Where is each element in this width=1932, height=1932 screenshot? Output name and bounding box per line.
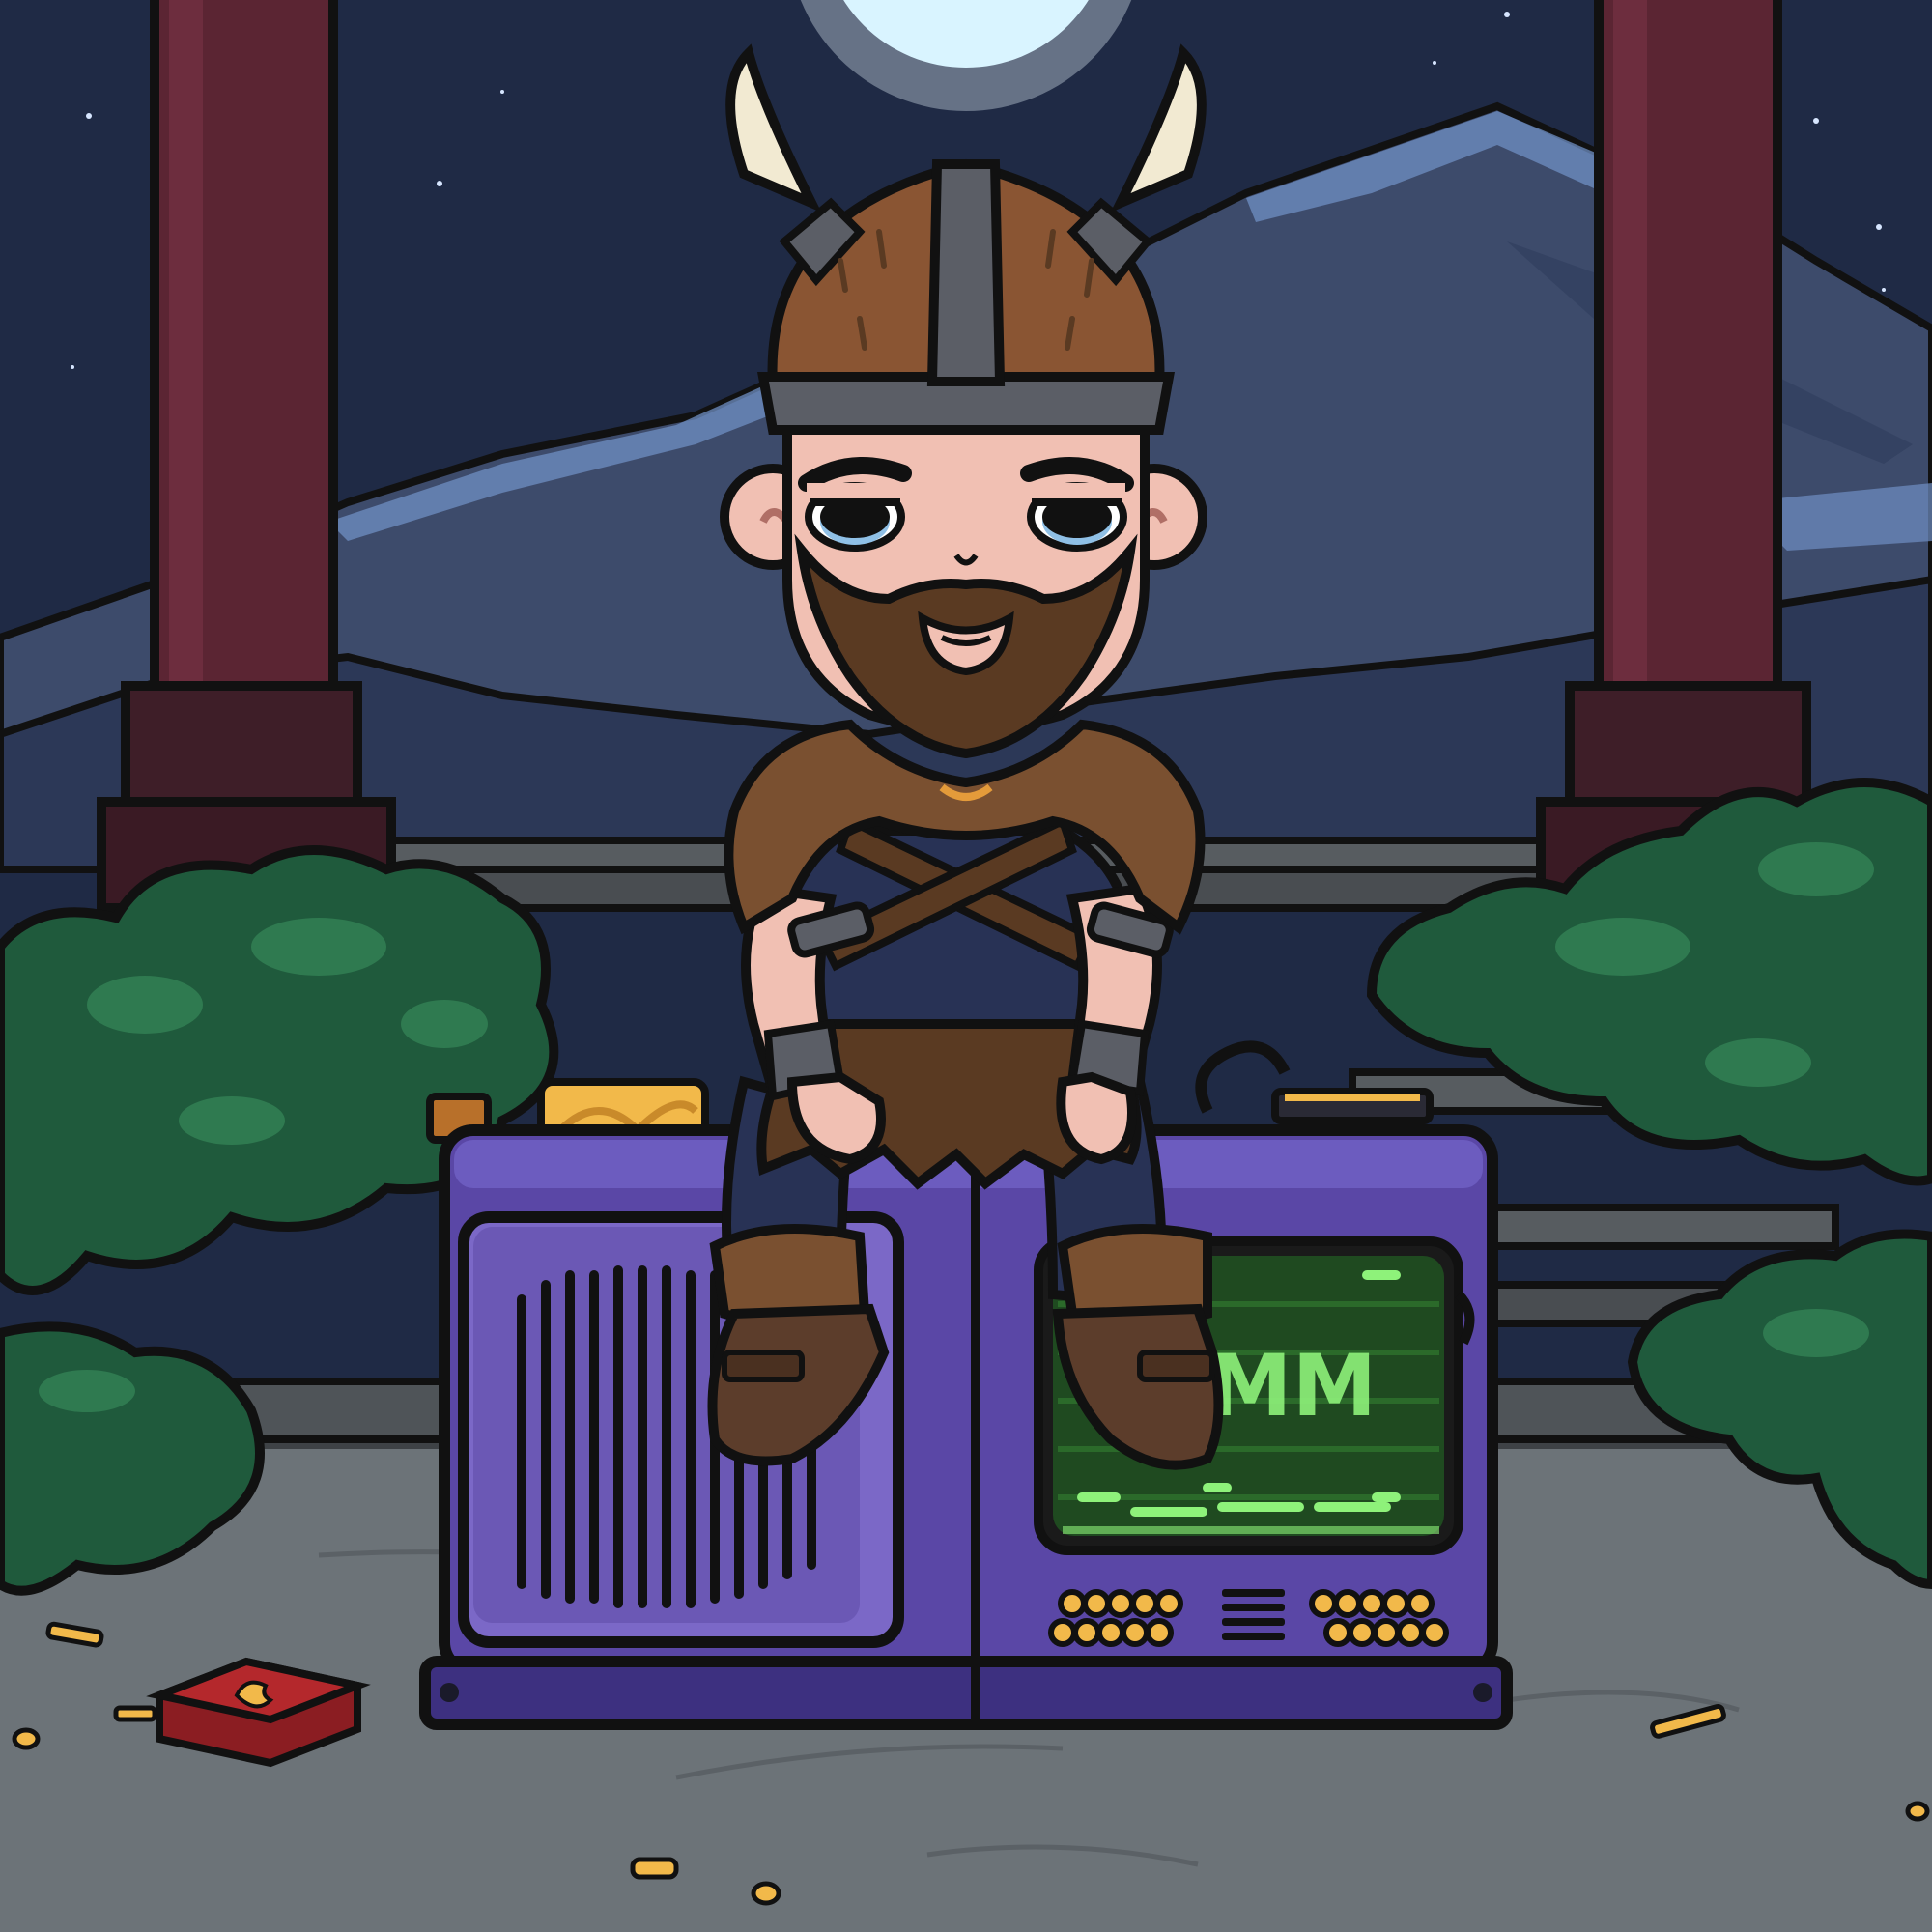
viking-scene: MM — [0, 0, 1932, 1932]
screen-text: MM — [1208, 1336, 1377, 1435]
